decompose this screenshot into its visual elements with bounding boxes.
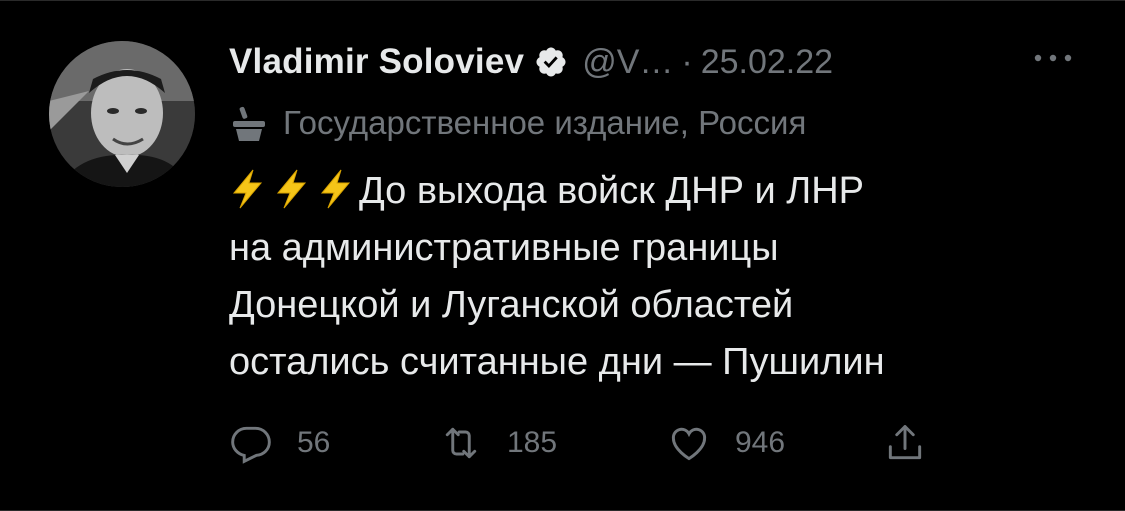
tweet-body: До выхода войск ДНР и ЛНР на администрат…	[229, 163, 1079, 391]
retweet-icon	[445, 427, 477, 459]
verified-badge-icon	[536, 47, 566, 77]
tweet-text-line: на административные границы	[229, 227, 779, 269]
tweet-date[interactable]: 25.02.22	[701, 43, 833, 82]
reply-count: 56	[297, 426, 331, 459]
heart-icon	[671, 427, 707, 461]
state-media-label[interactable]: Государственное издание, Россия	[229, 103, 806, 143]
retweet-count: 185	[507, 426, 558, 459]
tweet-text-line: Донецкой и Луганской областей	[229, 284, 794, 326]
avatar[interactable]	[49, 41, 195, 187]
more-options-icon[interactable]	[1028, 48, 1078, 68]
header-separator: ·	[681, 42, 693, 81]
tweet-header: Vladimir Soloviev @V… · 25.02.22	[229, 38, 833, 86]
retweet-button[interactable]: 185	[439, 415, 557, 471]
avatar-photo	[49, 41, 195, 187]
like-button[interactable]: 946	[667, 415, 785, 471]
author-handle[interactable]: @V…	[582, 43, 673, 82]
state-media-label-text: Государственное издание, Россия	[283, 104, 807, 141]
high-voltage-icon	[232, 169, 263, 209]
tweet-line: До выхода войск ДНР и ЛНР	[229, 163, 1079, 220]
share-icon	[888, 425, 922, 460]
tweet-text-line: До выхода войск ДНР и ЛНР	[359, 170, 864, 212]
high-voltage-emojis	[229, 169, 353, 209]
tweet-card: Vladimir Soloviev @V… · 25.02.22 Государ…	[0, 0, 1125, 511]
tweet-text-line: остались считанные дни — Пушилин	[229, 341, 885, 383]
like-count: 946	[735, 426, 786, 459]
high-voltage-icon	[276, 169, 307, 209]
reply-icon	[231, 426, 271, 464]
government-podium-icon	[233, 106, 265, 141]
author-name[interactable]: Vladimir Soloviev	[229, 42, 524, 82]
high-voltage-icon	[320, 169, 351, 209]
share-button[interactable]	[883, 415, 951, 471]
reply-button[interactable]: 56	[229, 415, 330, 471]
